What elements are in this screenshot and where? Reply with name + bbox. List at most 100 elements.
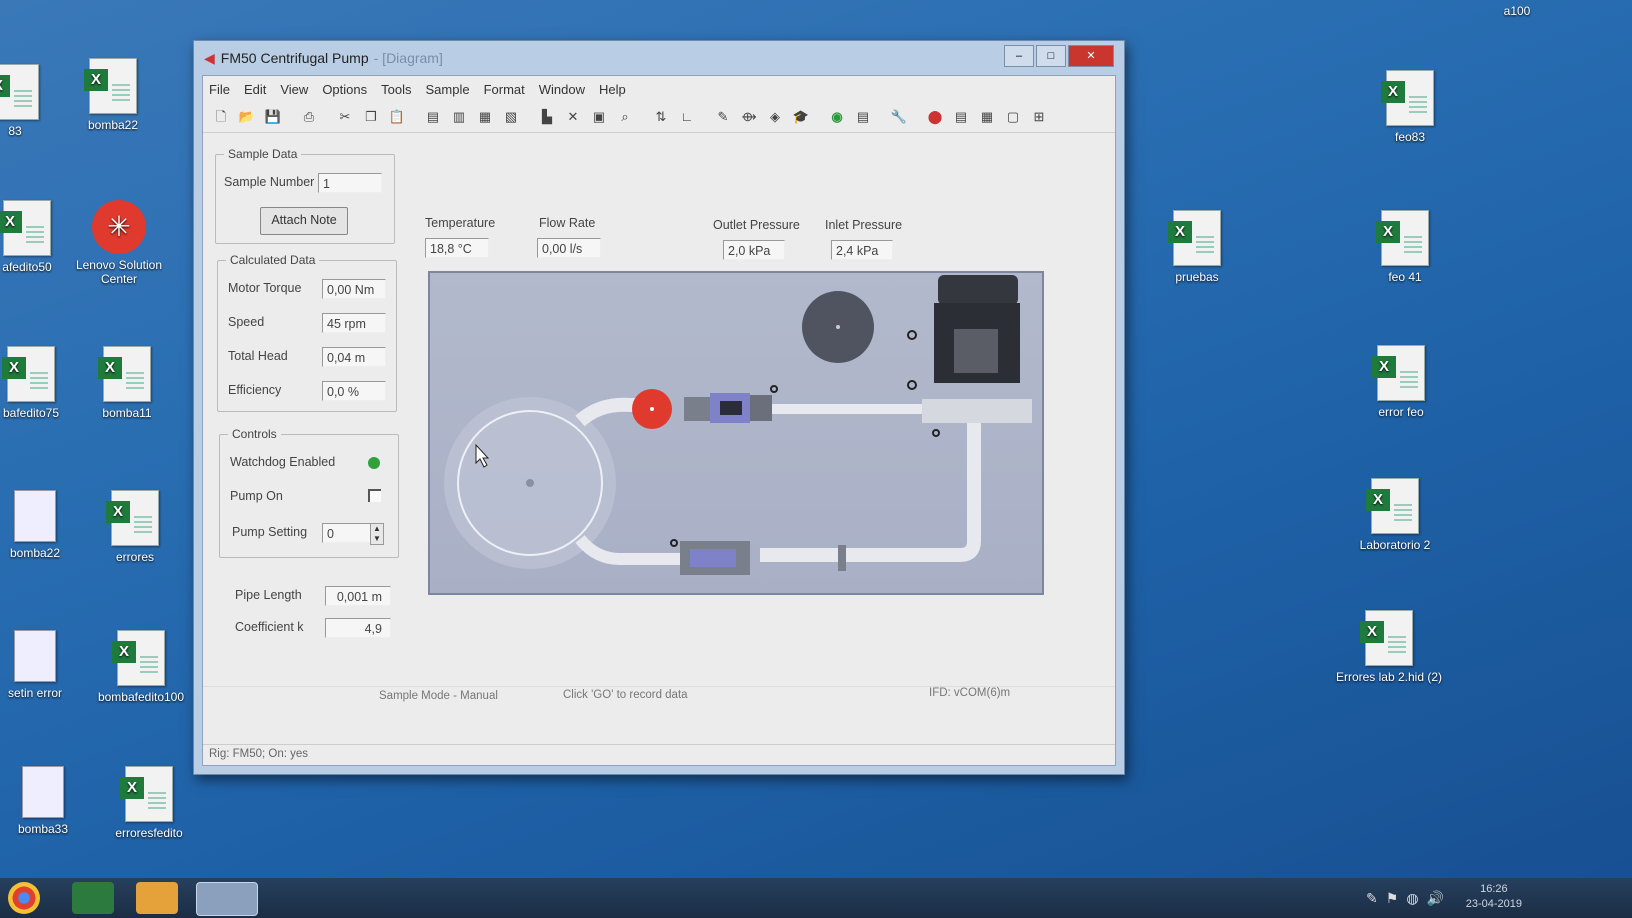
new-icon[interactable]: 🗋 xyxy=(211,108,231,126)
axis-icon[interactable]: ∟ xyxy=(677,108,697,126)
go-icon[interactable]: ◉ xyxy=(827,108,847,126)
toolbar: 🗋 📂 💾 ⎙ ✂ ❐ 📋 ▤ ▥ ▦ ▧ ▙ ✕ ▣ ⌕ ⇅ ∟ ✎ ⟴ ◈ xyxy=(203,102,1115,133)
pump-motor xyxy=(922,275,1032,423)
desktop-icon-label: feo83 xyxy=(1394,130,1426,144)
record-hint: Click 'GO' to record data xyxy=(563,689,688,701)
close-button[interactable]: ✕ xyxy=(1068,45,1114,67)
sample-number-label: Sample Number xyxy=(224,175,315,189)
minimize-button[interactable]: – xyxy=(1004,45,1034,67)
desktop-icon[interactable]: bomba33 xyxy=(0,766,98,836)
results-icon[interactable]: ▧ xyxy=(501,108,521,126)
layout-icon[interactable]: ▤ xyxy=(951,108,971,126)
desktop-icon[interactable]: feo83 xyxy=(1355,70,1465,144)
graph-icon[interactable]: ▥ xyxy=(449,108,469,126)
outlet-pressure-field: 2,0 kPa xyxy=(723,240,785,260)
desktop-icon[interactable]: ✳ Lenovo Solution Center xyxy=(64,200,174,286)
desktop-icon[interactable]: erroresfedito xyxy=(94,766,204,840)
desktop-icon-label: erroresfedito xyxy=(115,826,183,840)
fm50-taskbar-icon[interactable] xyxy=(196,882,258,916)
desktop-icon[interactable]: feo 41 xyxy=(1350,210,1460,284)
clock[interactable]: 16:26 23-04-2019 xyxy=(1466,882,1522,912)
chart-icon[interactable]: ▙ xyxy=(537,108,557,126)
stop-icon[interactable]: ⬤ xyxy=(925,108,945,126)
ifd-status: IFD: vCOM(6)m xyxy=(929,687,1011,699)
menu-file[interactable]: File xyxy=(209,82,230,97)
volume-icon[interactable]: 🔊 xyxy=(1427,890,1452,906)
inlet-sensor xyxy=(684,393,772,423)
excel-file-icon xyxy=(0,200,51,256)
menu-edit[interactable]: Edit xyxy=(244,82,266,97)
copy-icon[interactable]: ❐ xyxy=(361,108,381,126)
desktop-icon[interactable]: bomba22 xyxy=(58,58,168,132)
diagram-icon[interactable]: ▤ xyxy=(423,108,443,126)
speed-field: 45 rpm xyxy=(322,313,386,333)
tile-icon[interactable]: ⊞ xyxy=(1029,108,1049,126)
controls-group: Controls Watchdog Enabled Pump On Pump S… xyxy=(219,427,399,558)
desktop-icon[interactable]: Errores lab 2.hid (2) xyxy=(1334,610,1444,684)
excel-file-icon xyxy=(1366,478,1419,534)
flow-rate-field: 0,00 l/s xyxy=(537,238,601,258)
config-icon[interactable]: ⟴ xyxy=(739,108,759,126)
desktop-icon-label[interactable]: a100 xyxy=(1462,4,1572,18)
coefficient-label: Coefficient k xyxy=(235,620,304,634)
document-file-icon xyxy=(14,490,56,542)
pump-on-checkbox[interactable] xyxy=(368,489,381,502)
menu-window[interactable]: Window xyxy=(539,82,585,97)
units-icon[interactable]: ⇅ xyxy=(651,108,671,126)
table-icon[interactable]: ▦ xyxy=(475,108,495,126)
menu-format[interactable]: Format xyxy=(484,82,525,97)
maximize-button[interactable]: □ xyxy=(1036,45,1066,67)
document-file-icon xyxy=(22,766,64,818)
menu-view[interactable]: View xyxy=(280,82,308,97)
desktop-icon[interactable]: bombafedito100 xyxy=(86,630,196,704)
group-label: Sample Data xyxy=(224,147,302,161)
title-bar[interactable]: ◀ FM50 Centrifugal Pump - [Diagram] xyxy=(194,41,1124,75)
menu-sample[interactable]: Sample xyxy=(425,82,469,97)
coefficient-field[interactable]: 4,9 xyxy=(325,618,391,638)
spinner-arrows-icon[interactable]: ▲ ▼ xyxy=(370,523,384,545)
tag-icon[interactable]: ◈ xyxy=(765,108,785,126)
desktop-icon[interactable]: pruebas xyxy=(1142,210,1252,284)
excel-taskbar-icon[interactable] xyxy=(72,882,114,914)
media-player-icon[interactable] xyxy=(136,882,178,914)
wrench-icon[interactable]: 🔧 xyxy=(889,108,909,126)
paste-icon[interactable]: 📋 xyxy=(387,108,407,126)
education-icon[interactable]: 🎓 xyxy=(791,108,811,126)
desktop-icon-label: errores xyxy=(115,550,154,564)
sample-number-field[interactable]: 1 xyxy=(318,173,382,193)
grid-icon[interactable]: ▦ xyxy=(977,108,997,126)
cut-icon[interactable]: ✂ xyxy=(335,108,355,126)
print-icon[interactable]: ⎙ xyxy=(299,108,319,126)
delete-icon[interactable]: ✕ xyxy=(563,108,583,126)
menu-options[interactable]: Options xyxy=(322,82,367,97)
save-icon[interactable]: 💾 xyxy=(263,108,283,126)
pen-icon[interactable]: ✎ xyxy=(1366,890,1386,906)
chrome-icon[interactable] xyxy=(8,882,40,914)
outlet-pressure-label: Outlet Pressure xyxy=(713,218,800,232)
open-icon[interactable]: 📂 xyxy=(237,108,257,126)
network-icon[interactable]: ◍ xyxy=(1406,890,1426,906)
desktop-icon[interactable]: bomba22 xyxy=(0,490,90,560)
desktop-icon-label: 83 xyxy=(8,124,22,138)
flag-icon[interactable]: ⚑ xyxy=(1386,890,1407,906)
record-icon[interactable]: ▤ xyxy=(853,108,873,126)
pipe-length-field[interactable]: 0,001 m xyxy=(325,586,391,606)
desktop-icon[interactable]: error feo xyxy=(1346,345,1456,419)
desktop-icon[interactable]: Laboratorio 2 xyxy=(1340,478,1450,552)
desktop-icon[interactable]: bomba11 xyxy=(72,346,182,420)
motor-torque-label: Motor Torque xyxy=(228,281,302,295)
desktop-icon-label: bomba11 xyxy=(102,406,152,420)
attach-note-button[interactable]: Attach Note xyxy=(260,207,348,235)
sheet-icon[interactable]: ▣ xyxy=(589,108,609,126)
window-icon[interactable]: ▢ xyxy=(1003,108,1023,126)
menu-help[interactable]: Help xyxy=(599,82,626,97)
desktop-icon[interactable]: setin error xyxy=(0,630,90,700)
desktop-icon[interactable]: errores xyxy=(80,490,190,564)
menu-bar: File Edit View Options Tools Sample Form… xyxy=(203,76,1115,102)
desktop-icon-label: bafedito75 xyxy=(2,406,60,420)
desktop-icon-label: bomba22 xyxy=(9,546,61,560)
clock-time: 16:26 xyxy=(1480,883,1508,895)
search-icon[interactable]: ⌕ xyxy=(615,108,635,126)
edit-icon[interactable]: ✎ xyxy=(713,108,733,126)
menu-tools[interactable]: Tools xyxy=(381,82,411,97)
